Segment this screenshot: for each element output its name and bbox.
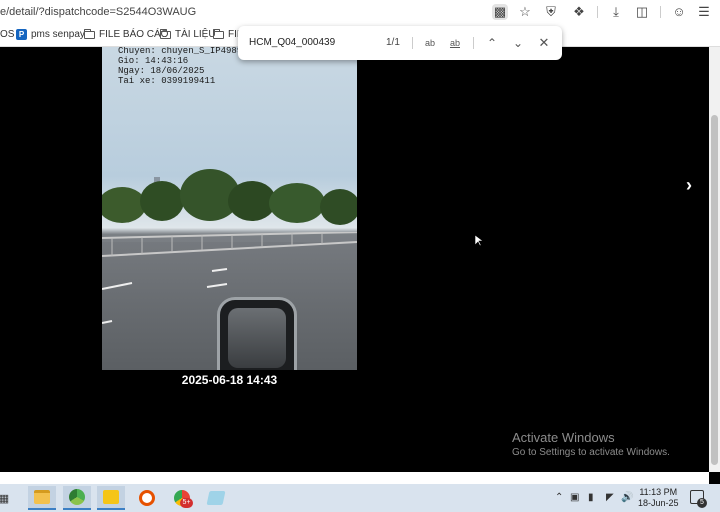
watermark-title: Activate Windows	[512, 430, 615, 445]
watermark-subtitle: Go to Settings to activate Windows.	[512, 447, 670, 458]
notepad-app-icon[interactable]	[202, 486, 230, 510]
star-icon[interactable]: ☆	[517, 4, 533, 20]
find-in-page-icon[interactable]: ▩	[492, 4, 508, 20]
file-explorer-icon[interactable]	[28, 486, 56, 510]
previous-match-icon[interactable]: ⌃	[484, 35, 500, 51]
side-mirror	[217, 297, 297, 370]
bookmark-pms-senpay[interactable]: P pms senpay	[16, 29, 85, 40]
orange-app-icon[interactable]	[133, 486, 161, 510]
windows-taskbar: ▦ 5+ ⌃ ▣ ▮ ◤ 🔊 11:13 PM 18-Jun-25 5	[0, 484, 720, 512]
split-view-icon[interactable]: ◫	[634, 4, 650, 20]
profile-icon[interactable]: ☺	[671, 4, 687, 20]
address-bar: e/detail/?dispatchcode=S2544O3WAUG ▩ ☆ ⛨…	[0, 0, 720, 24]
url-text[interactable]: e/detail/?dispatchcode=S2544O3WAUG	[0, 6, 196, 18]
chrome-alt-app-icon[interactable]	[63, 486, 91, 510]
mouse-cursor-icon	[475, 235, 483, 247]
system-clock[interactable]: 11:13 PM 18-Jun-25	[638, 487, 679, 509]
download-icon[interactable]: ⤓	[608, 4, 624, 20]
next-image-arrow[interactable]: ›	[686, 175, 692, 196]
bookmark-tai-lieu[interactable]: TÀI LIỆU	[160, 28, 216, 40]
overlay-line: Tai xe: 0399199411	[118, 76, 216, 86]
chrome-badge: 5+	[180, 498, 193, 508]
whole-word-button[interactable]: ab	[447, 35, 463, 51]
shield-icon[interactable]: ⛨	[543, 4, 559, 20]
task-view-icon[interactable]: ▦	[0, 486, 14, 510]
scrollbar-thumb[interactable]	[711, 115, 718, 465]
find-input[interactable]: HCM_Q04_000439	[249, 37, 335, 48]
bookmark-os[interactable]: OS	[0, 29, 14, 40]
find-divider	[473, 37, 474, 49]
photo-timestamp: 2025-06-18 14:43	[181, 373, 278, 387]
battery-icon[interactable]: ▮	[588, 492, 594, 503]
toolbar-divider	[660, 6, 661, 18]
tree-line	[102, 169, 357, 225]
bookmark-label: FILE BÁO CÁO	[99, 29, 169, 40]
image-viewer: Chuyen: chuyen_S_IP49897 Gio: 14:43:16 N…	[0, 47, 709, 472]
notification-count: 5	[697, 498, 707, 508]
folder-icon	[160, 28, 171, 39]
volume-icon[interactable]: 🔊	[621, 492, 633, 503]
photo-metadata-overlay: Chuyen: chuyen_S_IP49897 Gio: 14:43:16 N…	[118, 47, 248, 86]
find-bar: HCM_Q04_000439 1/1 ab ab ⌃ ⌄ ✕	[238, 26, 562, 60]
find-divider	[412, 37, 413, 49]
clock-date: 18-Jun-25	[638, 498, 679, 508]
overlay-line: Gio: 14:43:16	[118, 56, 189, 66]
page-bottom-band	[0, 472, 709, 484]
page-scrollbar[interactable]	[709, 47, 720, 472]
p-badge-icon: P	[16, 29, 27, 40]
app-tray-icon[interactable]: ▣	[570, 492, 579, 503]
next-match-icon[interactable]: ⌄	[510, 35, 526, 51]
clock-time: 11:13 PM	[639, 487, 678, 497]
sticky-notes-icon[interactable]	[97, 486, 125, 510]
chrome-icon[interactable]: 5+	[168, 486, 196, 510]
folder-icon	[84, 28, 95, 39]
activate-windows-watermark: Activate Windows Go to Settings to activ…	[512, 430, 670, 458]
overlay-line: Chuyen: chuyen_S_IP49897	[118, 47, 248, 56]
bookmark-label: TÀI LIỆU	[175, 29, 216, 40]
bookmark-label: OS	[0, 29, 15, 40]
bookmark-label: pms senpay	[31, 29, 85, 40]
match-case-button[interactable]: ab	[422, 35, 438, 51]
show-hidden-icons-icon[interactable]: ⌃	[555, 492, 563, 503]
toolbar-divider	[597, 6, 598, 18]
overlay-line: Ngay: 18/06/2025	[118, 66, 205, 76]
folder-icon	[213, 28, 224, 39]
bookmark-file-bao-cao[interactable]: FILE BÁO CÁO	[84, 28, 169, 40]
find-match-count: 1/1	[386, 37, 400, 48]
close-find-icon[interactable]: ✕	[536, 35, 552, 51]
dashcam-photo[interactable]: Chuyen: chuyen_S_IP49897 Gio: 14:43:16 N…	[102, 47, 357, 370]
menu-icon[interactable]: ☰	[696, 4, 712, 20]
extensions-icon[interactable]: ❖	[571, 4, 587, 20]
screen: e/detail/?dispatchcode=S2544O3WAUG ▩ ☆ ⛨…	[0, 0, 720, 512]
wifi-icon[interactable]: ◤	[606, 492, 614, 503]
